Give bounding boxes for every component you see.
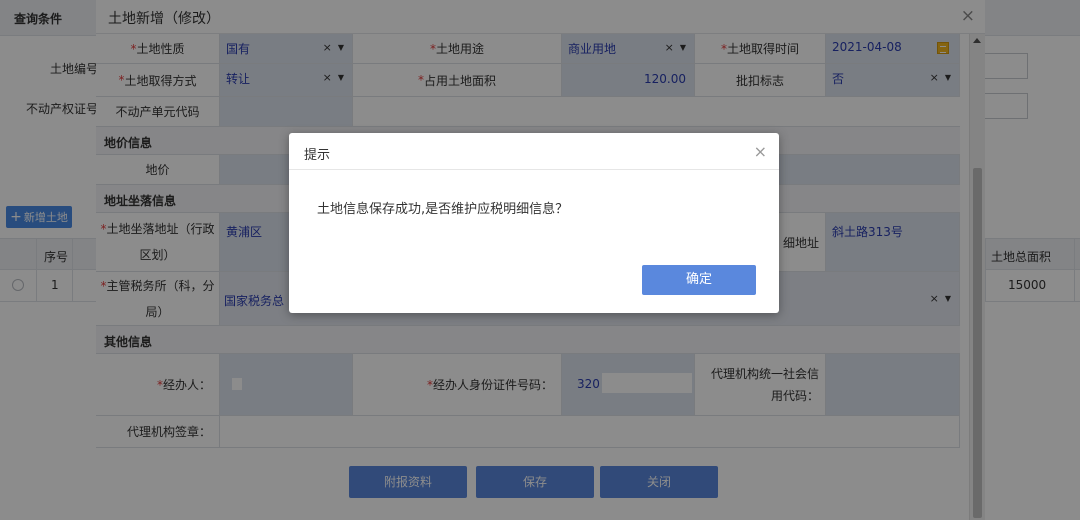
close-icon[interactable]: × bbox=[754, 142, 767, 161]
dialog-header: 提示 × bbox=[289, 133, 779, 170]
ok-button[interactable]: 确定 bbox=[642, 265, 756, 295]
confirm-dialog: 提示 × 土地信息保存成功,是否维护应税明细信息？ 确定 bbox=[289, 133, 779, 313]
dialog-title: 提示 bbox=[304, 148, 331, 163]
dialog-message: 土地信息保存成功,是否维护应税明细信息？ bbox=[317, 202, 569, 217]
